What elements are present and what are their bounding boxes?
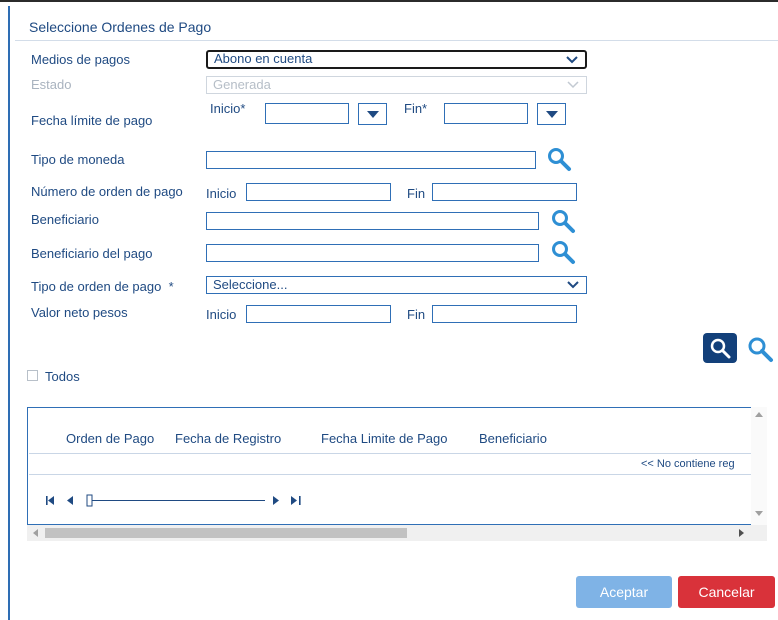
dialog-title: Seleccione Ordenes de Pago	[29, 19, 212, 35]
scroll-up-icon[interactable]	[755, 412, 763, 417]
tipo-orden-select[interactable]: Seleccione...	[206, 276, 587, 294]
title-divider	[15, 40, 778, 41]
fecha-fin-label: Fin*	[404, 101, 428, 116]
fecha-fin-picker-button[interactable]	[537, 103, 566, 125]
empty-message: << No contiene reg	[641, 458, 735, 470]
beneficiario-pago-input[interactable]	[206, 244, 539, 262]
medios-label: Medios de pagos	[31, 52, 131, 67]
row-divider	[29, 474, 751, 475]
caret-down-icon	[367, 111, 379, 118]
valor-neto-fin-label: Fin	[407, 307, 426, 322]
chevron-down-icon	[567, 81, 579, 89]
numero-orden-inicio-input[interactable]	[246, 183, 391, 201]
search-icon	[710, 338, 731, 359]
first-page-icon[interactable]	[46, 496, 54, 505]
fecha-inicio-picker-button[interactable]	[358, 103, 387, 125]
required-mark: *	[168, 279, 174, 294]
accept-button[interactable]: Aceptar	[576, 576, 672, 608]
valor-neto-label: Valor neto pesos	[31, 305, 128, 320]
tipo-moneda-label: Tipo de moneda	[31, 152, 125, 167]
select-all-label: Todos	[45, 369, 80, 384]
header-divider	[29, 453, 751, 454]
column-header[interactable]: Beneficiario	[479, 431, 547, 446]
tipo-orden-value: Seleccione...	[213, 277, 288, 292]
medios-select[interactable]: Abono en cuenta	[206, 50, 587, 69]
horizontal-scrollbar[interactable]	[27, 525, 767, 541]
tipo-orden-label: Tipo de orden de pago *	[31, 279, 174, 294]
prev-page-icon[interactable]	[67, 496, 73, 505]
column-header[interactable]: Fecha de Registro	[175, 431, 281, 446]
beneficiario-input[interactable]	[206, 212, 539, 230]
numero-orden-fin-label: Fin	[407, 186, 426, 201]
fecha-inicio-input[interactable]	[265, 103, 349, 124]
numero-orden-inicio-label: Inicio	[206, 186, 237, 201]
beneficiario-pago-label: Beneficiario del pago	[31, 246, 153, 261]
last-page-icon[interactable]	[291, 496, 301, 505]
top-border	[0, 0, 778, 2]
caret-down-icon	[546, 111, 558, 118]
search-button[interactable]	[703, 333, 737, 363]
scroll-right-icon[interactable]	[739, 529, 744, 537]
estado-label: Estado	[31, 77, 72, 92]
valor-neto-inicio-label: Inicio	[206, 307, 237, 322]
medios-value: Abono en cuenta	[214, 51, 313, 66]
fecha-limite-label: Fecha límite de pago	[31, 113, 153, 128]
pager	[46, 494, 301, 507]
chevron-down-icon	[566, 56, 578, 64]
search-icon[interactable]	[550, 239, 576, 265]
column-header[interactable]: Fecha Limite de Pago	[321, 431, 447, 446]
column-header[interactable]: Orden de Pago	[66, 431, 154, 446]
select-all-checkbox[interactable]	[27, 370, 38, 381]
estado-value: Generada	[213, 77, 271, 92]
scrollbar-thumb[interactable]	[45, 528, 407, 538]
scroll-left-icon[interactable]	[33, 529, 38, 537]
tipo-orden-label-text: Tipo de orden de pago	[31, 279, 162, 294]
valor-neto-fin-input[interactable]	[432, 305, 577, 323]
cancel-button[interactable]: Cancelar	[678, 576, 775, 608]
beneficiario-label: Beneficiario	[31, 212, 99, 227]
search-icon[interactable]	[546, 146, 572, 172]
chevron-down-icon	[567, 281, 579, 289]
tipo-moneda-input[interactable]	[206, 151, 536, 169]
search-icon[interactable]	[550, 208, 576, 234]
search-icon[interactable]	[745, 335, 775, 363]
vertical-scrollbar[interactable]	[751, 407, 767, 525]
numero-orden-label: Número de orden de pago	[31, 184, 183, 199]
fecha-fin-input[interactable]	[444, 103, 528, 124]
estado-select: Generada	[206, 76, 587, 94]
page-slider[interactable]	[86, 494, 265, 507]
fecha-inicio-label: Inicio*	[210, 101, 246, 116]
left-accent-bar	[8, 6, 10, 620]
scroll-down-icon[interactable]	[755, 511, 763, 516]
valor-neto-inicio-input[interactable]	[246, 305, 391, 323]
numero-orden-fin-input[interactable]	[432, 183, 577, 201]
next-page-icon[interactable]	[273, 496, 279, 505]
